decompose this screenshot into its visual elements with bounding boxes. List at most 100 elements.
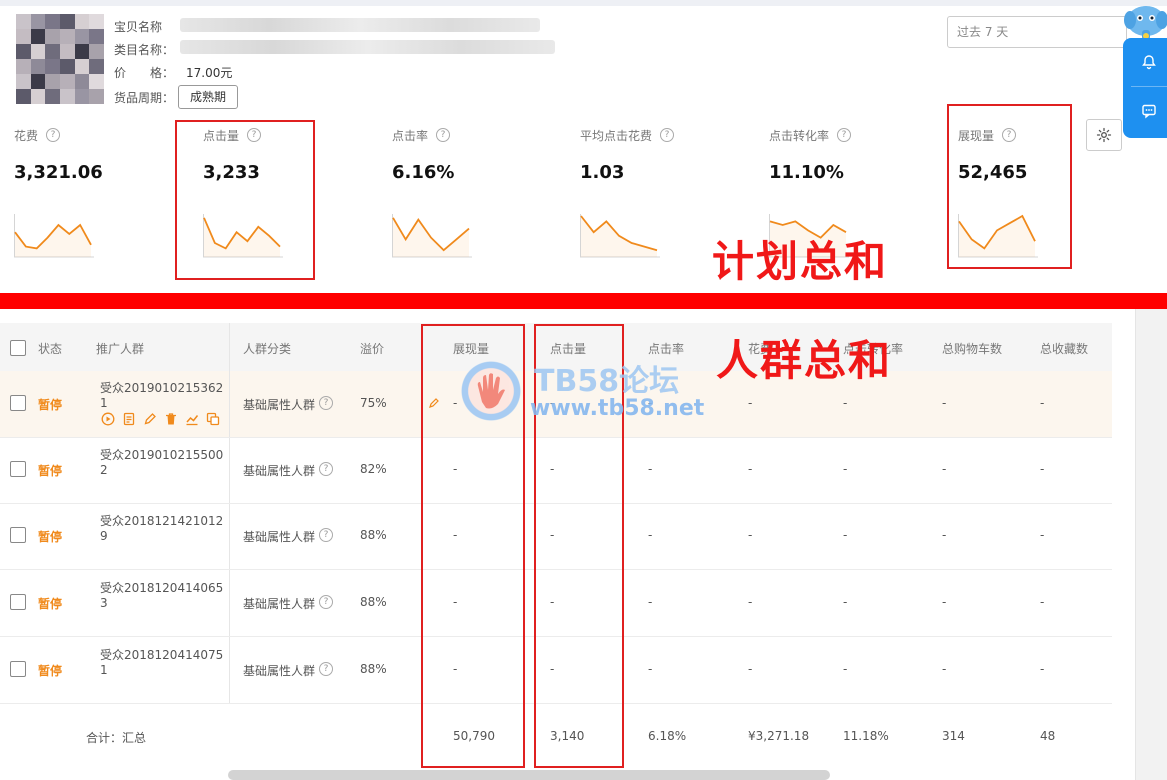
crowd-name[interactable]: 受众2019010215362 <box>100 379 223 396</box>
blurred-product-name <box>180 18 540 32</box>
thumbnail-pixel <box>16 59 31 74</box>
thumbnail-pixel <box>74 59 90 74</box>
thumbnail-pixel <box>60 29 75 44</box>
help-icon[interactable]: ? <box>319 396 333 410</box>
metric-value: 3,321.06 <box>14 162 103 183</box>
thumbnail-pixel <box>30 29 46 44</box>
premium-value: 75% <box>360 396 387 410</box>
crowd-category: 基础属性人群 <box>243 597 316 611</box>
help-icon[interactable]: ? <box>46 128 61 142</box>
bell-icon[interactable] <box>1123 38 1167 86</box>
row-status[interactable]: 暂停 <box>38 528 62 545</box>
mascot-icon <box>1124 2 1167 42</box>
help-icon[interactable]: ? <box>660 128 675 142</box>
row-checkbox[interactable] <box>10 527 26 543</box>
report-icon[interactable] <box>121 411 136 426</box>
horizontal-scrollbar[interactable] <box>228 770 830 780</box>
crowd-name-suffix[interactable]: 1 <box>100 396 108 410</box>
edit-icon[interactable] <box>142 411 157 426</box>
category-row: 类目名称： <box>114 41 174 58</box>
row-actions <box>100 411 220 426</box>
crowd-name[interactable]: 受众2018120414065 <box>100 579 223 596</box>
thumbnail-pixel <box>89 59 104 74</box>
cell-ctr: - <box>648 528 653 542</box>
thumbnail-pixel <box>45 74 60 89</box>
crowd-name[interactable]: 受众2018120414075 <box>100 646 223 663</box>
thumbnail-pixel <box>45 44 60 59</box>
row-checkbox[interactable] <box>10 594 26 610</box>
total-ctr: 6.18% <box>648 729 687 743</box>
product-thumbnail <box>16 14 104 104</box>
crowd-name-suffix[interactable]: 3 <box>100 596 108 610</box>
column-header-favs: 总收藏数 <box>1040 342 1089 356</box>
thumbnail-pixel <box>45 14 60 29</box>
row-status[interactable]: 暂停 <box>38 662 62 679</box>
trend-icon[interactable] <box>184 411 199 426</box>
frozen-column-divider <box>229 323 230 703</box>
thumbnail-pixel <box>30 74 46 89</box>
crowd-name-suffix[interactable]: 9 <box>100 529 108 543</box>
column-header-category: 人群分类 <box>243 342 292 356</box>
cell-favs: - <box>1040 528 1045 542</box>
gear-icon[interactable] <box>1086 119 1122 151</box>
thumbnail-pixel <box>74 74 90 89</box>
thumbnail-pixel <box>89 74 104 89</box>
highlight-box-clicks <box>175 120 315 280</box>
sparkline-area <box>15 225 91 257</box>
metric-card[interactable]: 点击率? 6.16% <box>392 126 562 266</box>
help-icon[interactable]: ? <box>319 462 333 476</box>
chat-icon[interactable] <box>1123 87 1167 135</box>
row-status[interactable]: 暂停 <box>38 396 62 413</box>
metric-label-text: 点击转化率 <box>769 128 830 143</box>
help-icon[interactable]: ? <box>436 128 451 142</box>
help-icon[interactable]: ? <box>319 662 333 676</box>
crowd-name-suffix[interactable]: 1 <box>100 663 108 677</box>
select-all-checkbox[interactable] <box>10 340 26 356</box>
row-status[interactable]: 暂停 <box>38 595 62 612</box>
thumbnail-pixel <box>30 14 46 29</box>
cell-carts: - <box>942 396 947 410</box>
thumbnail-pixel <box>74 89 90 104</box>
help-icon[interactable]: ? <box>837 128 852 142</box>
cell-ctr: - <box>648 662 653 676</box>
vertical-scrollbar[interactable] <box>1135 309 1167 780</box>
row-checkbox[interactable] <box>10 461 26 477</box>
column-header-crowd: 推广人群 <box>96 342 145 356</box>
metric-sparkline <box>580 214 660 258</box>
metric-sparkline <box>392 214 472 258</box>
help-icon[interactable]: ? <box>319 528 333 542</box>
total-cost: ¥3,271.18 <box>748 729 810 743</box>
copy-icon[interactable] <box>205 411 220 426</box>
thumbnail-pixel <box>16 44 31 59</box>
row-status[interactable]: 暂停 <box>38 462 62 479</box>
help-icon[interactable]: ? <box>319 595 333 609</box>
metric-label: 平均点击花费? <box>580 126 750 144</box>
row-checkbox[interactable] <box>10 661 26 677</box>
play-icon[interactable] <box>100 411 115 426</box>
date-range-select[interactable]: 过去 7 天 <box>947 16 1127 48</box>
cell-conv: - <box>843 462 848 476</box>
thumbnail-pixel <box>45 59 60 74</box>
total-carts: 314 <box>942 729 965 743</box>
premium-value: 88% <box>360 528 387 542</box>
crowd-category: 基础属性人群 <box>243 398 316 412</box>
delete-icon[interactable] <box>163 411 178 426</box>
row-checkbox[interactable] <box>10 395 26 411</box>
crowd-category: 基础属性人群 <box>243 664 316 678</box>
column-header-premium: 溢价 <box>360 342 385 356</box>
thumbnail-pixel <box>30 44 46 59</box>
category-label: 类目名称： <box>114 43 175 57</box>
metric-value: 6.16% <box>392 162 455 183</box>
thumbnail-pixel <box>60 44 75 59</box>
crowd-name[interactable]: 受众2019010215500 <box>100 446 223 463</box>
cell-cost: - <box>748 462 753 476</box>
column-header-status[interactable]: 状态 <box>38 340 62 357</box>
crowd-name-suffix[interactable]: 2 <box>100 463 108 477</box>
metric-card[interactable]: 花费? 3,321.06 <box>14 126 184 266</box>
thumbnail-pixel <box>60 74 75 89</box>
period-button[interactable]: 成熟期 <box>178 85 238 109</box>
watermark-logo <box>458 358 524 424</box>
metric-label: 花费? <box>14 126 184 144</box>
product-name-label: 宝贝名称 <box>114 20 163 34</box>
crowd-name[interactable]: 受众2018121421012 <box>100 512 223 529</box>
